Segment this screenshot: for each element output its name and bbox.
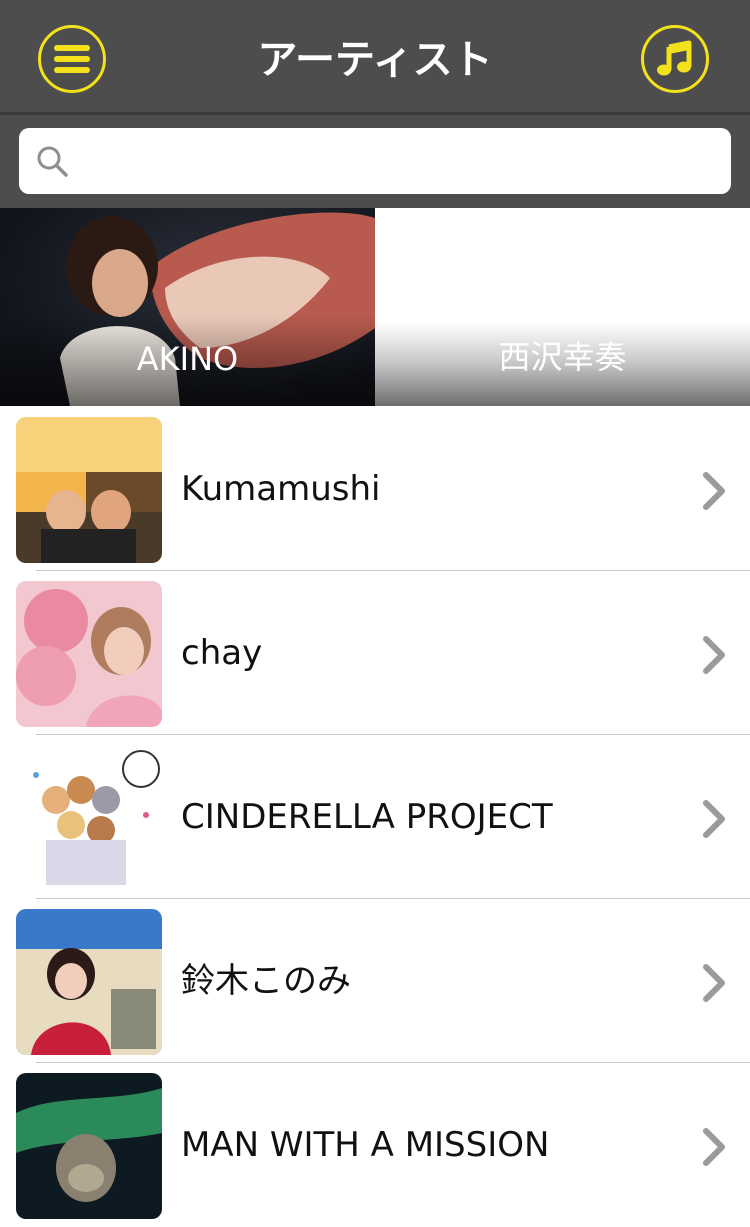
search-input[interactable] [85, 128, 719, 196]
featured-artists: AKINO 西沢幸奏 [0, 208, 750, 406]
search-icon [37, 146, 68, 177]
featured-artist-label: 西沢幸奏 [498, 338, 627, 376]
artist-name: 鈴木このみ [181, 961, 351, 1001]
album-thumbnail [16, 909, 162, 1055]
music-note-icon [657, 40, 692, 76]
list-item[interactable]: CINDERELLA PROJECT [0, 735, 750, 899]
album-thumbnail [16, 417, 162, 563]
featured-artist-akino[interactable]: AKINO [0, 208, 375, 406]
album-thumbnail [16, 1073, 162, 1219]
list-item[interactable]: chay [0, 571, 750, 735]
chevron-right-icon [703, 800, 725, 838]
page-title: アーティスト [257, 37, 493, 83]
album-thumbnail [16, 745, 162, 891]
list-item[interactable]: Kumamushi [0, 407, 750, 571]
featured-artist-label: AKINO [136, 340, 239, 378]
chevron-right-icon [703, 636, 725, 674]
featured-artist-nishizawa[interactable]: 西沢幸奏 [375, 208, 750, 406]
artist-name: Kumamushi [181, 469, 381, 509]
album-thumbnail [16, 581, 162, 727]
artist-name: MAN WITH A MISSION [181, 1125, 550, 1165]
list-item[interactable]: 鈴木このみ [0, 899, 750, 1063]
chevron-right-icon [703, 472, 725, 510]
artist-name: CINDERELLA PROJECT [181, 797, 553, 837]
now-playing-button[interactable] [641, 25, 709, 93]
navigation-bar: アーティスト [0, 0, 750, 115]
list-item[interactable]: MAN WITH A MISSION [0, 1063, 750, 1227]
hamburger-menu-icon [54, 45, 90, 73]
menu-button[interactable] [38, 25, 106, 93]
chevron-right-icon [703, 1128, 725, 1166]
chevron-right-icon [703, 964, 725, 1002]
search-bar [0, 115, 750, 208]
search-field[interactable] [19, 128, 731, 196]
artist-name: chay [181, 633, 263, 673]
